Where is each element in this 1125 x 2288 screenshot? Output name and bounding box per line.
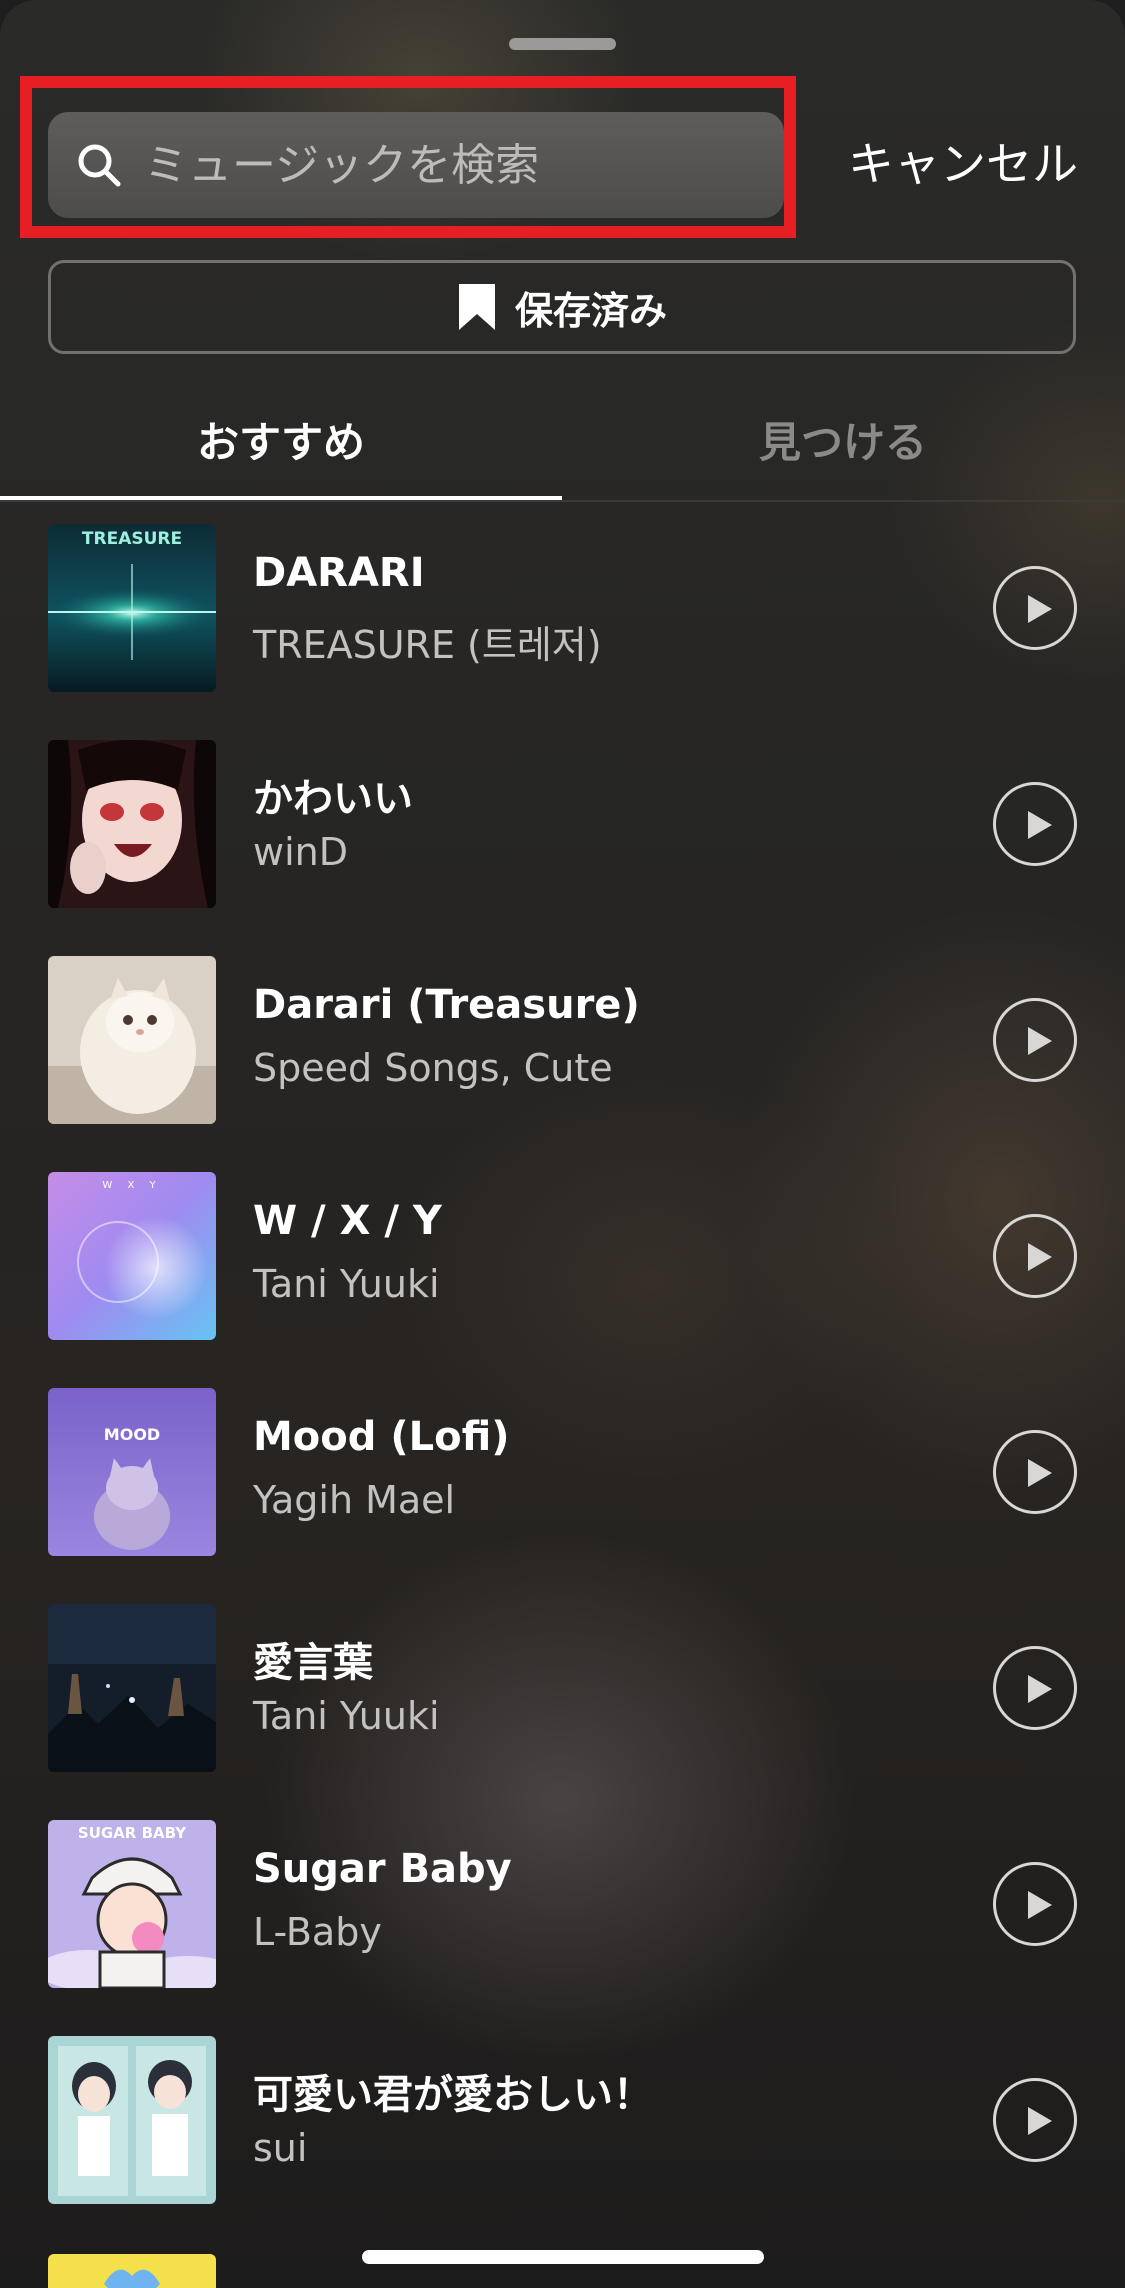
cover-text: MOOD (104, 1425, 160, 1444)
track-artist: L-Baby (253, 1910, 382, 1954)
track-artist: Tani Yuuki (253, 1694, 440, 1738)
play-icon (1028, 1243, 1052, 1271)
play-button[interactable] (993, 1430, 1077, 1514)
active-tab-indicator (0, 496, 562, 500)
track-row[interactable]: 愛言葉 Tani Yuuki (0, 1604, 1125, 1820)
track-artist: TREASURE (트레저) (253, 623, 602, 667)
play-icon (1028, 1891, 1052, 1919)
cover-text: TREASURE (82, 529, 182, 549)
play-button[interactable] (993, 2078, 1077, 2162)
track-row[interactable]: かわいい winD (0, 740, 1125, 956)
track-row[interactable]: 可愛い君が愛おしい！ sui (0, 2036, 1125, 2252)
play-button[interactable] (993, 1214, 1077, 1298)
cancel-button[interactable]: キャンセル (848, 128, 1088, 200)
album-cover-partial (48, 2254, 216, 2288)
search-input[interactable] (144, 112, 764, 218)
cover-text: SUGAR BABY (78, 1824, 187, 1842)
track-artist: sui (253, 2126, 308, 2170)
track-artist: Speed Songs, Cute (253, 1046, 613, 1090)
track-list: TREASURE DARARI TREASURE (트레저) かわいい winD… (0, 524, 1125, 2252)
track-title: 愛言葉 (253, 1640, 373, 1686)
album-cover: MOOD (48, 1388, 216, 1556)
track-artist: winD (253, 830, 348, 874)
track-row[interactable]: MOOD Mood (Lofi) Yagih Mael (0, 1388, 1125, 1604)
tab-discover[interactable]: 見つける (562, 380, 1124, 498)
bookmark-icon (458, 284, 495, 330)
tab-recommended[interactable]: おすすめ (0, 380, 562, 500)
track-title: Sugar Baby (253, 1846, 512, 1892)
tab-discover-label: 見つける (758, 417, 927, 467)
play-icon (1028, 595, 1052, 623)
track-row[interactable]: Darari (Treasure) Speed Songs, Cute (0, 956, 1125, 1172)
track-title: Darari (Treasure) (253, 982, 640, 1028)
track-row[interactable]: TREASURE DARARI TREASURE (트레저) (0, 524, 1125, 740)
tab-bar: おすすめ 見つける (0, 380, 1125, 502)
search-icon (78, 144, 121, 187)
album-cover: SUGAR BABY (48, 1820, 216, 1988)
tab-recommended-label: おすすめ (196, 417, 365, 467)
track-artist: Tani Yuuki (253, 1262, 440, 1306)
album-cover (48, 740, 216, 908)
play-button[interactable] (993, 566, 1077, 650)
music-picker-sheet: キャンセル 保存済み おすすめ 見つける (0, 0, 1125, 2288)
play-icon (1028, 1027, 1052, 1055)
track-row[interactable]: W X Y W / X / Y Tani Yuuki (0, 1172, 1125, 1388)
play-icon (1028, 1675, 1052, 1703)
track-title: DARARI (253, 550, 425, 596)
play-button[interactable] (993, 782, 1077, 866)
search-bar[interactable] (48, 112, 784, 218)
track-title: かわいい (253, 776, 413, 822)
sheet-grabber[interactable] (509, 38, 616, 50)
play-button[interactable] (993, 1862, 1077, 1946)
track-title: 可愛い君が愛おしい！ (253, 2072, 653, 2118)
album-cover (48, 2036, 216, 2204)
track-title: W / X / Y (253, 1198, 442, 1244)
saved-button-label: 保存済み (514, 288, 667, 333)
album-cover: W X Y (48, 1172, 216, 1340)
play-button[interactable] (993, 1646, 1077, 1730)
play-icon (1028, 1459, 1052, 1487)
album-cover (48, 956, 216, 1124)
play-icon (1028, 2107, 1052, 2135)
track-title: Mood (Lofi) (253, 1414, 510, 1460)
album-cover (48, 1604, 216, 1772)
cover-text: W X Y (102, 1180, 161, 1191)
album-cover: TREASURE (48, 524, 216, 692)
play-button[interactable] (993, 998, 1077, 1082)
track-artist: Yagih Mael (253, 1478, 456, 1522)
home-indicator (362, 2250, 764, 2264)
saved-button[interactable]: 保存済み (48, 260, 1076, 354)
play-icon (1028, 811, 1052, 839)
track-row[interactable]: SUGAR BABY Sugar Baby L-Baby (0, 1820, 1125, 2036)
